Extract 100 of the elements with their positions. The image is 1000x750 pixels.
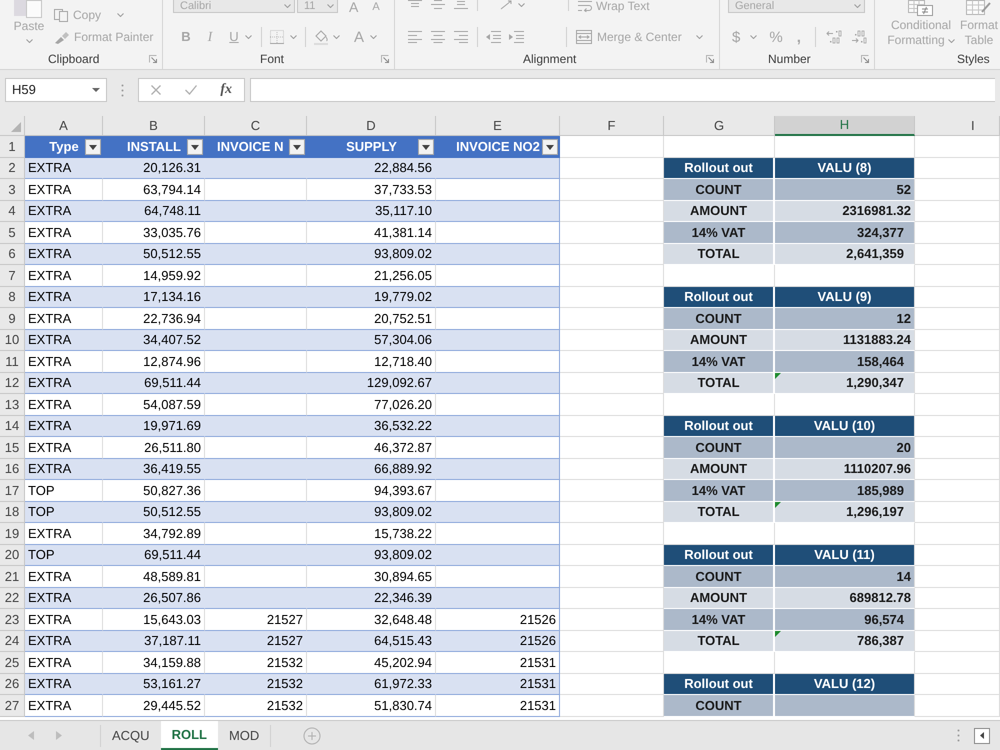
increase-decimal-icon[interactable] <box>826 30 842 44</box>
row-header[interactable]: 16 <box>0 458 25 480</box>
row-header[interactable]: 26 <box>0 674 25 695</box>
caret-icon <box>370 35 378 39</box>
row-header[interactable]: 17 <box>0 480 25 502</box>
table-cell: 37,733.53 <box>307 179 436 200</box>
table-cell: 66,889.92 <box>307 458 436 480</box>
row-header[interactable]: 13 <box>0 394 25 416</box>
column-title: Type <box>49 138 79 156</box>
row-header[interactable]: 10 <box>0 330 25 351</box>
formula-input[interactable] <box>250 78 995 102</box>
table-cell: 54,087.59 <box>103 394 205 416</box>
row-header[interactable]: 4 <box>0 200 25 222</box>
row-header[interactable]: 25 <box>0 652 25 674</box>
decrease-indent-icon[interactable] <box>485 31 501 43</box>
row-header[interactable]: 3 <box>0 179 25 200</box>
plus-circle-icon[interactable] <box>303 726 322 744</box>
row-header[interactable]: 1 <box>0 136 25 158</box>
column-header[interactable]: H <box>775 116 915 136</box>
table-cell: EXTRA <box>25 394 103 416</box>
table-cell: 21526 <box>436 609 560 630</box>
text-angle-icon[interactable] <box>500 0 514 10</box>
align-left-icon[interactable] <box>408 31 422 43</box>
summary-label: TOTAL <box>664 372 775 394</box>
row-header[interactable]: 6 <box>0 244 25 265</box>
table-cell: 69,511.44 <box>103 544 205 566</box>
table-cell: EXTRA <box>25 200 103 222</box>
table-cell: 21532 <box>205 674 307 695</box>
row-header[interactable]: 18 <box>0 502 25 523</box>
left-triangle-icon[interactable] <box>28 731 34 740</box>
table-cell: 17,134.16 <box>103 286 205 308</box>
filter-button[interactable] <box>289 139 305 155</box>
sheet-tab[interactable]: ROLL <box>160 721 218 750</box>
increase-indent-icon[interactable] <box>508 31 524 43</box>
table-cell: 94,393.67 <box>307 480 436 502</box>
select-all-icon[interactable] <box>11 122 21 132</box>
row-header[interactable]: 23 <box>0 609 25 630</box>
row-header[interactable]: 21 <box>0 566 25 588</box>
row-header[interactable]: 14 <box>0 416 25 437</box>
border-grid-icon[interactable] <box>270 30 284 44</box>
sheet-tab[interactable]: MOD <box>218 721 270 750</box>
summary-label: 14% VAT <box>664 222 775 244</box>
table-cell: 41,381.14 <box>307 222 436 244</box>
table-cell: 53,161.27 <box>103 674 205 695</box>
row-header[interactable]: 11 <box>0 351 25 372</box>
summary-label: COUNT <box>664 308 775 330</box>
scroll-left-button[interactable] <box>974 728 990 744</box>
summary-label: COUNT <box>664 566 775 588</box>
row-header[interactable]: 27 <box>0 695 25 716</box>
paint-bucket-icon[interactable] <box>313 29 329 45</box>
table-cell: 64,515.43 <box>307 630 436 652</box>
summary-value: 12 <box>896 310 911 328</box>
align-middle-icon[interactable] <box>431 0 445 9</box>
table-cell: 36,419.55 <box>103 458 205 480</box>
filter-button[interactable] <box>187 139 203 155</box>
summary-value: 185,989 <box>857 482 904 500</box>
table-cell: EXTRA <box>25 458 103 480</box>
row-header[interactable]: 15 <box>0 437 25 458</box>
table-cell: TOP <box>25 502 103 523</box>
filter-button[interactable] <box>418 139 434 155</box>
row-header[interactable]: 22 <box>0 588 25 609</box>
table-cell: 50,512.55 <box>103 502 205 523</box>
column-title: INVOICE N <box>217 138 284 156</box>
summary-value: 20 <box>896 438 911 456</box>
right-triangle-icon[interactable] <box>56 731 62 740</box>
table-cell: EXTRA <box>25 695 103 716</box>
align-top-icon[interactable] <box>408 0 422 9</box>
summary-label: COUNT <box>664 179 775 200</box>
align-bottom-icon[interactable] <box>454 0 468 9</box>
cross-icon[interactable] <box>151 85 161 95</box>
table-cell: 15,738.22 <box>307 523 436 544</box>
row-header[interactable]: 2 <box>0 158 25 179</box>
decrease-decimal-icon[interactable] <box>850 30 867 44</box>
summary-label: AMOUNT <box>664 200 775 222</box>
summary-label: AMOUNT <box>664 330 775 351</box>
align-center-icon[interactable] <box>431 31 445 43</box>
summary-value: 52 <box>896 180 911 198</box>
row-header[interactable]: 20 <box>0 544 25 566</box>
summary-header: VALU (10) <box>775 416 915 437</box>
filter-button[interactable] <box>85 139 101 155</box>
check-icon[interactable] <box>184 85 197 95</box>
row-header[interactable]: 5 <box>0 222 25 244</box>
table-cell: EXTRA <box>25 523 103 544</box>
filter-button[interactable] <box>542 139 558 155</box>
row-header[interactable]: 8 <box>0 286 25 308</box>
sheet-tab[interactable]: ACQU <box>101 721 161 750</box>
caret-icon <box>26 39 32 43</box>
row-header[interactable]: 12 <box>0 372 25 394</box>
caret-icon <box>117 13 124 17</box>
caret-icon <box>333 35 340 39</box>
caret-icon <box>854 4 861 8</box>
summary-value: 324,377 <box>857 224 904 242</box>
row-header[interactable]: 19 <box>0 523 25 544</box>
align-right-icon[interactable] <box>454 31 468 43</box>
insert-function-button[interactable]: fx <box>220 83 232 97</box>
name-box[interactable]: H59 <box>5 78 107 102</box>
row-header[interactable]: 7 <box>0 265 25 286</box>
row-header[interactable]: 24 <box>0 630 25 652</box>
table-cell: EXTRA <box>25 437 103 458</box>
row-header[interactable]: 9 <box>0 308 25 330</box>
